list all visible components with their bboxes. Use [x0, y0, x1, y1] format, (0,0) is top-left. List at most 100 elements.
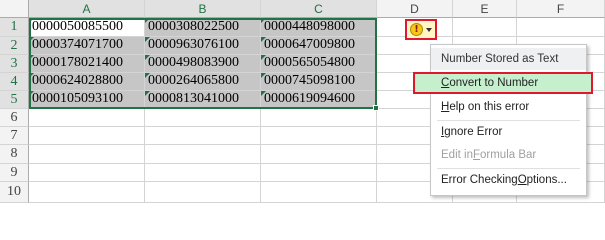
error-indicator	[261, 18, 266, 23]
cell-value: 0000264065800	[148, 73, 239, 88]
convert-to-number-item[interactable]: Convert to Number	[413, 72, 593, 94]
cell-value: 0000374071700	[32, 37, 123, 52]
error-indicator	[261, 37, 266, 42]
column-header-b[interactable]: B	[145, 0, 261, 18]
spreadsheet: A B C D E F 1 2 3 4 5 6 7 8 9 10 0000050…	[0, 0, 605, 203]
menu-header: Number Stored as Text	[431, 48, 586, 70]
empty-cell[interactable]	[261, 182, 377, 203]
empty-cell[interactable]	[145, 145, 261, 164]
column-header-d[interactable]: D	[377, 0, 453, 18]
column-header-e[interactable]: E	[453, 0, 517, 18]
empty-cell[interactable]	[261, 127, 377, 145]
menu-accel: H	[441, 101, 450, 113]
error-options-menu: Number Stored as Text Convert to Number …	[413, 44, 593, 196]
cell-c4[interactable]: 0000745098100	[261, 73, 377, 91]
cell-b3[interactable]: 0000498083900	[145, 55, 261, 73]
error-indicator	[261, 73, 266, 78]
cell-a2[interactable]: 0000374071700	[29, 37, 145, 55]
menu-text: Error Checking	[441, 174, 518, 186]
cell-value: 0000565054800	[264, 55, 355, 70]
empty-cell[interactable]	[145, 127, 261, 145]
cell-a3[interactable]: 0000178021400	[29, 55, 145, 73]
empty-cell[interactable]	[517, 18, 605, 37]
row-header-9[interactable]: 9	[0, 164, 29, 182]
menu-text: Edit in	[441, 149, 473, 161]
empty-cell[interactable]	[261, 145, 377, 164]
row-header-10[interactable]: 10	[0, 182, 29, 203]
cell-value: 0000813041000	[148, 91, 239, 106]
empty-cell[interactable]	[29, 127, 145, 145]
chevron-down-icon	[426, 27, 432, 32]
error-indicator	[145, 37, 150, 42]
ignore-error-item[interactable]: Ignore Error	[431, 121, 586, 143]
empty-cell[interactable]	[145, 164, 261, 182]
warning-icon: !	[410, 23, 423, 36]
cell-b5[interactable]: 0000813041000	[145, 91, 261, 109]
row-header-7[interactable]: 7	[0, 127, 29, 145]
error-indicator	[29, 37, 34, 42]
empty-cell[interactable]	[145, 182, 261, 203]
cell-b1[interactable]: 0000308022500	[145, 18, 261, 37]
column-header-f[interactable]: F	[517, 0, 605, 18]
cell-value: 0000745098100	[264, 73, 355, 88]
empty-cell[interactable]	[29, 182, 145, 203]
menu-text: ormula Bar	[480, 149, 537, 161]
row-header-5[interactable]: 5	[0, 91, 29, 109]
fill-handle[interactable]	[373, 105, 379, 111]
cell-b4[interactable]: 0000264065800	[145, 73, 261, 91]
row-header-3[interactable]: 3	[0, 55, 29, 73]
menu-text: elp on this error	[449, 101, 530, 113]
select-all-corner[interactable]	[0, 0, 29, 18]
row-header-1[interactable]: 1	[0, 18, 29, 37]
empty-cell[interactable]	[453, 18, 517, 37]
cell-value: 0000619094600	[264, 91, 355, 106]
cell-value: 0000178021400	[32, 55, 123, 70]
column-header-a[interactable]: A	[29, 0, 145, 18]
error-indicator	[29, 91, 34, 96]
empty-cell[interactable]	[29, 109, 145, 127]
menu-accel: O	[517, 174, 527, 186]
error-indicator	[145, 55, 150, 60]
column-header-c[interactable]: C	[261, 0, 377, 18]
cell-a5[interactable]: 0000105093100	[29, 91, 145, 109]
empty-cell[interactable]	[261, 109, 377, 127]
empty-cell[interactable]	[261, 164, 377, 182]
error-indicator	[29, 73, 34, 78]
cell-value: 0000498083900	[148, 55, 239, 70]
error-checking-options-item[interactable]: Error Checking Options...	[431, 169, 586, 191]
error-indicator	[145, 73, 150, 78]
menu-text: gnore Error	[444, 126, 503, 138]
menu-text: onvert to Number	[449, 77, 539, 89]
error-indicator	[145, 18, 150, 23]
error-indicator	[145, 91, 150, 96]
row-header-8[interactable]: 8	[0, 145, 29, 164]
menu-accel: C	[441, 77, 450, 89]
edit-in-formula-bar-item: Edit in Formula Bar	[431, 144, 586, 166]
empty-cell[interactable]	[145, 109, 261, 127]
menu-text: ptions...	[526, 174, 567, 186]
cell-c2[interactable]: 0000647009800	[261, 37, 377, 55]
cell-b2[interactable]: 0000963076100	[145, 37, 261, 55]
row-header-4[interactable]: 4	[0, 73, 29, 91]
cell-a4[interactable]: 0000624028800	[29, 73, 145, 91]
row-header-6[interactable]: 6	[0, 109, 29, 127]
error-options-button[interactable]: !	[405, 19, 437, 40]
cell-value: 0000308022500	[148, 19, 239, 34]
empty-cell[interactable]	[29, 164, 145, 182]
error-indicator	[261, 91, 266, 96]
cell-value: 0000105093100	[32, 91, 123, 106]
cell-value: 0000647009800	[264, 37, 355, 52]
cell-value: 0000624028800	[32, 73, 123, 88]
cell-value: 0000963076100	[148, 37, 239, 52]
error-indicator	[29, 55, 34, 60]
menu-accel: F	[472, 149, 480, 161]
cell-a1[interactable]: 0000050085500	[29, 18, 145, 37]
help-on-error-item[interactable]: Help on this error	[431, 96, 586, 118]
error-indicator	[29, 18, 34, 23]
cell-c3[interactable]: 0000565054800	[261, 55, 377, 73]
cell-c5[interactable]: 0000619094600	[261, 91, 377, 109]
row-header-2[interactable]: 2	[0, 37, 29, 55]
cell-value: 0000448098000	[264, 19, 355, 34]
cell-c1[interactable]: 0000448098000	[261, 18, 377, 37]
empty-cell[interactable]	[29, 145, 145, 164]
